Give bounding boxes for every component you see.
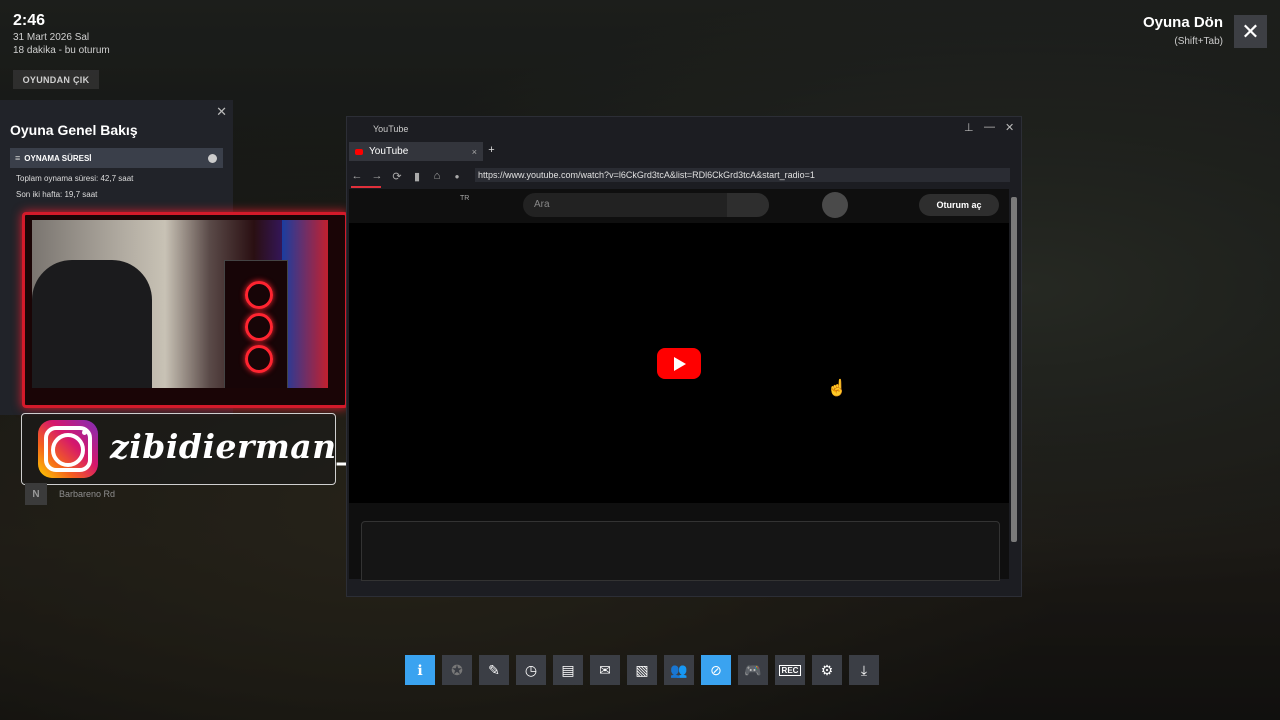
friends-icon[interactable]: 👥 xyxy=(664,655,694,685)
browser-window: YouTube ⊥ — ✕ YouTube × + ← → ⟳ ▮ ⌂ ● ht… xyxy=(346,116,1022,597)
fan-icon xyxy=(245,281,273,309)
return-title: Oyuna Dön xyxy=(1142,14,1223,31)
scrollbar[interactable] xyxy=(1011,197,1017,542)
rec-label: REC xyxy=(778,664,802,676)
clock-panel: 2:46 31 Mart 2026 Sal 18 dakika - bu otu… xyxy=(13,12,110,56)
fan-icon xyxy=(245,313,273,341)
playtime-section-label: OYNAMA SÜRESİ xyxy=(24,153,92,163)
voice-search-icon[interactable] xyxy=(822,192,848,218)
youtube-icon xyxy=(355,148,363,155)
video-player[interactable] xyxy=(349,223,1009,503)
overview-title: Oyuna Genel Bakış xyxy=(10,122,138,138)
road-label: N Barbareno Rd xyxy=(25,483,115,505)
minimize-icon[interactable]: — xyxy=(984,121,995,133)
clock-icon xyxy=(208,153,217,163)
window-title: YouTube xyxy=(373,124,409,134)
screenshots-icon[interactable]: ▧ xyxy=(627,655,657,685)
playtime-section-header[interactable]: ≡ OYNAMA SÜRESİ xyxy=(10,148,223,168)
sign-in-button[interactable]: Oturum aç xyxy=(919,194,999,216)
tab-bar: YouTube × + xyxy=(347,142,1021,162)
region-label: TR xyxy=(460,195,470,202)
clock-time: 2:46 xyxy=(13,12,46,29)
forward-icon[interactable]: → xyxy=(367,170,387,182)
exit-game-button[interactable]: OYUNDAN ÇIK xyxy=(13,70,99,89)
close-tab-icon[interactable]: × xyxy=(472,147,477,157)
road-name: Barbareno Rd xyxy=(59,489,116,499)
close-overlay-button[interactable]: ✕ xyxy=(1234,15,1267,48)
pc-case xyxy=(224,260,288,388)
overlay-toolbar: ℹ ✪ ✎ ◷ ▤ ✉ ▧ 👥 ⊘ 🎮 REC ⚙ ⤓ xyxy=(405,655,879,685)
achievements-icon[interactable]: ✪ xyxy=(442,655,472,685)
play-button[interactable] xyxy=(657,348,701,379)
guides-icon[interactable]: ▤ xyxy=(553,655,583,685)
session-duration: 18 dakika - bu oturum xyxy=(13,45,110,56)
hand-cursor-icon: ☝ xyxy=(827,380,847,397)
close-icon[interactable]: ✕ xyxy=(216,104,227,120)
url-field[interactable]: https://www.youtube.com/watch?v=l6CkGrd3… xyxy=(475,168,1010,182)
streamer xyxy=(32,260,152,388)
return-shortcut: (Shift+Tab) xyxy=(1174,36,1223,47)
notes-icon[interactable]: ✎ xyxy=(479,655,509,685)
spiderman-banner xyxy=(282,220,328,388)
lock-icon: ● xyxy=(454,171,460,181)
instagram-icon xyxy=(38,420,98,478)
new-tab-button[interactable]: + xyxy=(484,144,499,156)
search-button[interactable] xyxy=(727,193,769,217)
loading-indicator xyxy=(351,186,381,188)
back-icon[interactable]: ← xyxy=(347,170,367,182)
youtube-page: TR Ara Oturum aç xyxy=(349,189,1009,581)
info-icon[interactable]: ℹ xyxy=(405,655,435,685)
fan-icon xyxy=(245,345,273,373)
pin-icon[interactable]: ⊥ xyxy=(964,121,974,134)
tab-youtube[interactable]: YouTube × xyxy=(349,142,483,161)
browser-icon[interactable]: ⊘ xyxy=(701,655,731,685)
search-placeholder: Ara xyxy=(534,199,550,210)
content-card xyxy=(361,521,1000,581)
search-input[interactable]: Ara xyxy=(523,193,769,217)
download-icon[interactable]: ⤓ xyxy=(849,655,879,685)
controller-icon[interactable]: 🎮 xyxy=(738,655,768,685)
settings-icon[interactable]: ⚙ xyxy=(812,655,842,685)
total-playtime: Toplam oynama süresi: 42,7 saat xyxy=(16,174,134,183)
close-icon[interactable]: ✕ xyxy=(1005,121,1014,134)
instagram-overlay: zibidierman_ xyxy=(21,413,353,485)
home-icon[interactable]: ⌂ xyxy=(427,170,447,182)
clock-date: 31 Mart 2026 Sal xyxy=(13,32,90,43)
two-week-playtime: Son iki hafta: 19,7 saat xyxy=(16,190,98,199)
return-to-game[interactable]: Oyuna Dön (Shift+Tab) xyxy=(1143,14,1223,47)
recording-icon[interactable]: REC xyxy=(775,655,805,685)
instagram-handle: zibidierman_ xyxy=(110,427,354,466)
reload-icon[interactable]: ⟳ xyxy=(387,170,407,183)
youtube-header: TR Ara Oturum aç xyxy=(349,189,1009,223)
tab-label: YouTube xyxy=(369,146,409,157)
north-badge: N xyxy=(25,483,47,505)
menu-icon: ≡ xyxy=(15,153,21,163)
recent-icon[interactable]: ◷ xyxy=(516,655,546,685)
bookmark-icon[interactable]: ▮ xyxy=(407,170,427,183)
chat-icon[interactable]: ✉ xyxy=(590,655,620,685)
nav-bar: ← → ⟳ ▮ ⌂ ● https://www.youtube.com/watc… xyxy=(347,165,1021,187)
webcam-feed xyxy=(32,220,328,388)
